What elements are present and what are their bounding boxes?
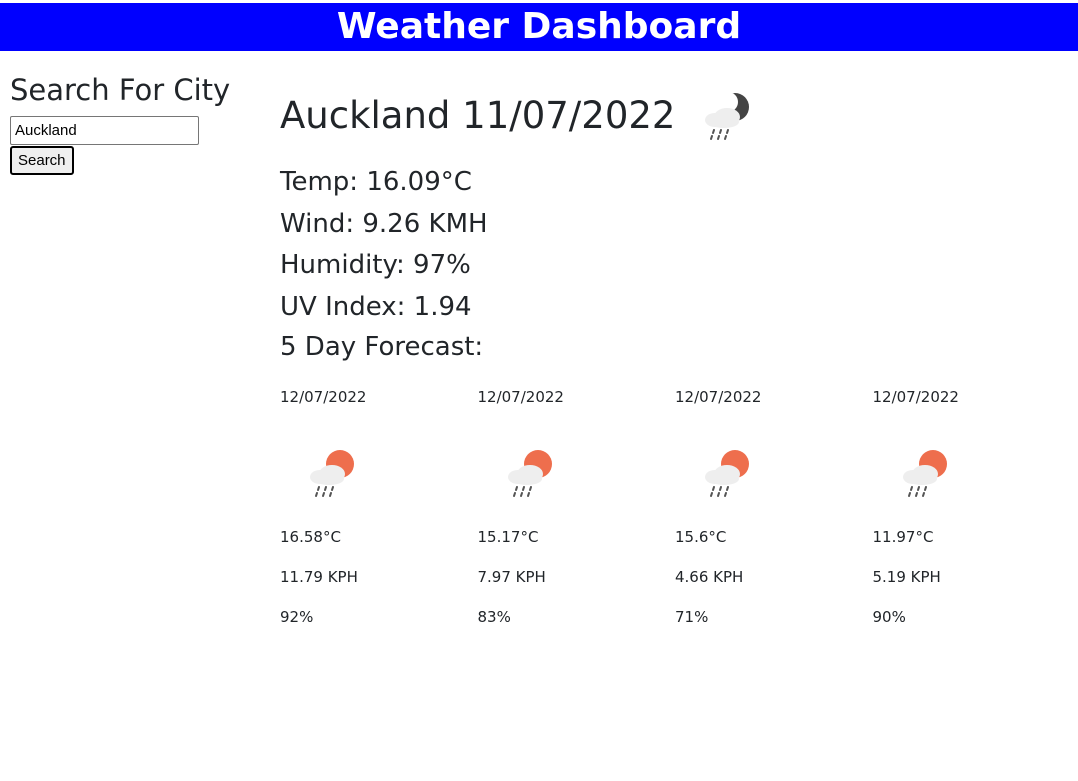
forecast-title: 5 Day Forecast: xyxy=(280,332,484,362)
forecast-humidity: 90% xyxy=(872,608,906,626)
forecast-card: 12/07/2022 16.58°C 11.79 KPH 92% xyxy=(280,386,470,636)
forecast-wind: 5.19 KPH xyxy=(872,568,941,586)
forecast-temp: 16.58°C xyxy=(280,528,341,546)
day-rain-cloud-icon xyxy=(902,450,947,497)
search-heading: Search For City xyxy=(10,73,231,107)
forecast-date: 12/07/2022 xyxy=(280,388,367,406)
search-sidebar: Search For City Search xyxy=(10,72,240,175)
current-weather: Auckland 11/07/2022 Temp: 16.09°C Wind: … xyxy=(280,88,1070,366)
current-wind: Wind: 9.26 KMH xyxy=(280,208,488,239)
forecast-date: 12/07/2022 xyxy=(872,388,959,406)
current-uv-index: UV Index: 1.94 xyxy=(280,291,472,322)
forecast-card: 12/07/2022 15.6°C 4.66 KPH 71% xyxy=(675,386,865,636)
forecast-list: 12/07/2022 16.58°C 11.79 KPH 92% 12/07/2022 1… xyxy=(280,386,1070,636)
forecast-wind: 4.66 KPH xyxy=(675,568,744,586)
current-humidity: Humidity: 97% xyxy=(280,250,471,280)
forecast-humidity: 71% xyxy=(675,608,709,626)
forecast-card: 12/07/2022 15.17°C 7.97 KPH 83% xyxy=(478,386,668,636)
city-header: Auckland 11/07/2022 xyxy=(280,88,1070,144)
day-rain-cloud-icon xyxy=(310,450,354,497)
city-date-title: Auckland 11/07/2022 xyxy=(280,94,676,137)
forecast-humidity: 83% xyxy=(477,608,511,626)
forecast-temp: 15.6°C xyxy=(675,528,727,546)
forecast-temp: 15.17°C xyxy=(477,528,539,546)
search-button[interactable]: Search xyxy=(10,146,74,175)
city-search-input[interactable] xyxy=(10,116,199,145)
forecast-wind: 7.97 KPH xyxy=(477,568,546,586)
forecast-date: 12/07/2022 xyxy=(675,388,762,406)
forecast-wind: 11.79 KPH xyxy=(280,568,358,586)
app-header: Weather Dashboard xyxy=(0,3,1078,51)
forecast-temp: 11.97°C xyxy=(872,528,934,546)
forecast-card: 12/07/2022 11.97°C 5.19 KPH 90% xyxy=(873,386,1063,636)
current-stats: Temp: 16.09°C Wind: 9.26 KMH Humidity: 9… xyxy=(280,162,1070,366)
forecast-date: 12/07/2022 xyxy=(477,388,564,406)
current-temp: Temp: 16.09°C xyxy=(280,167,472,197)
forecast-humidity: 92% xyxy=(280,608,314,626)
page-title: Weather Dashboard xyxy=(336,6,742,47)
day-rain-cloud-icon xyxy=(507,450,552,497)
day-rain-cloud-icon xyxy=(705,450,749,497)
night-rain-cloud-icon xyxy=(705,92,750,140)
